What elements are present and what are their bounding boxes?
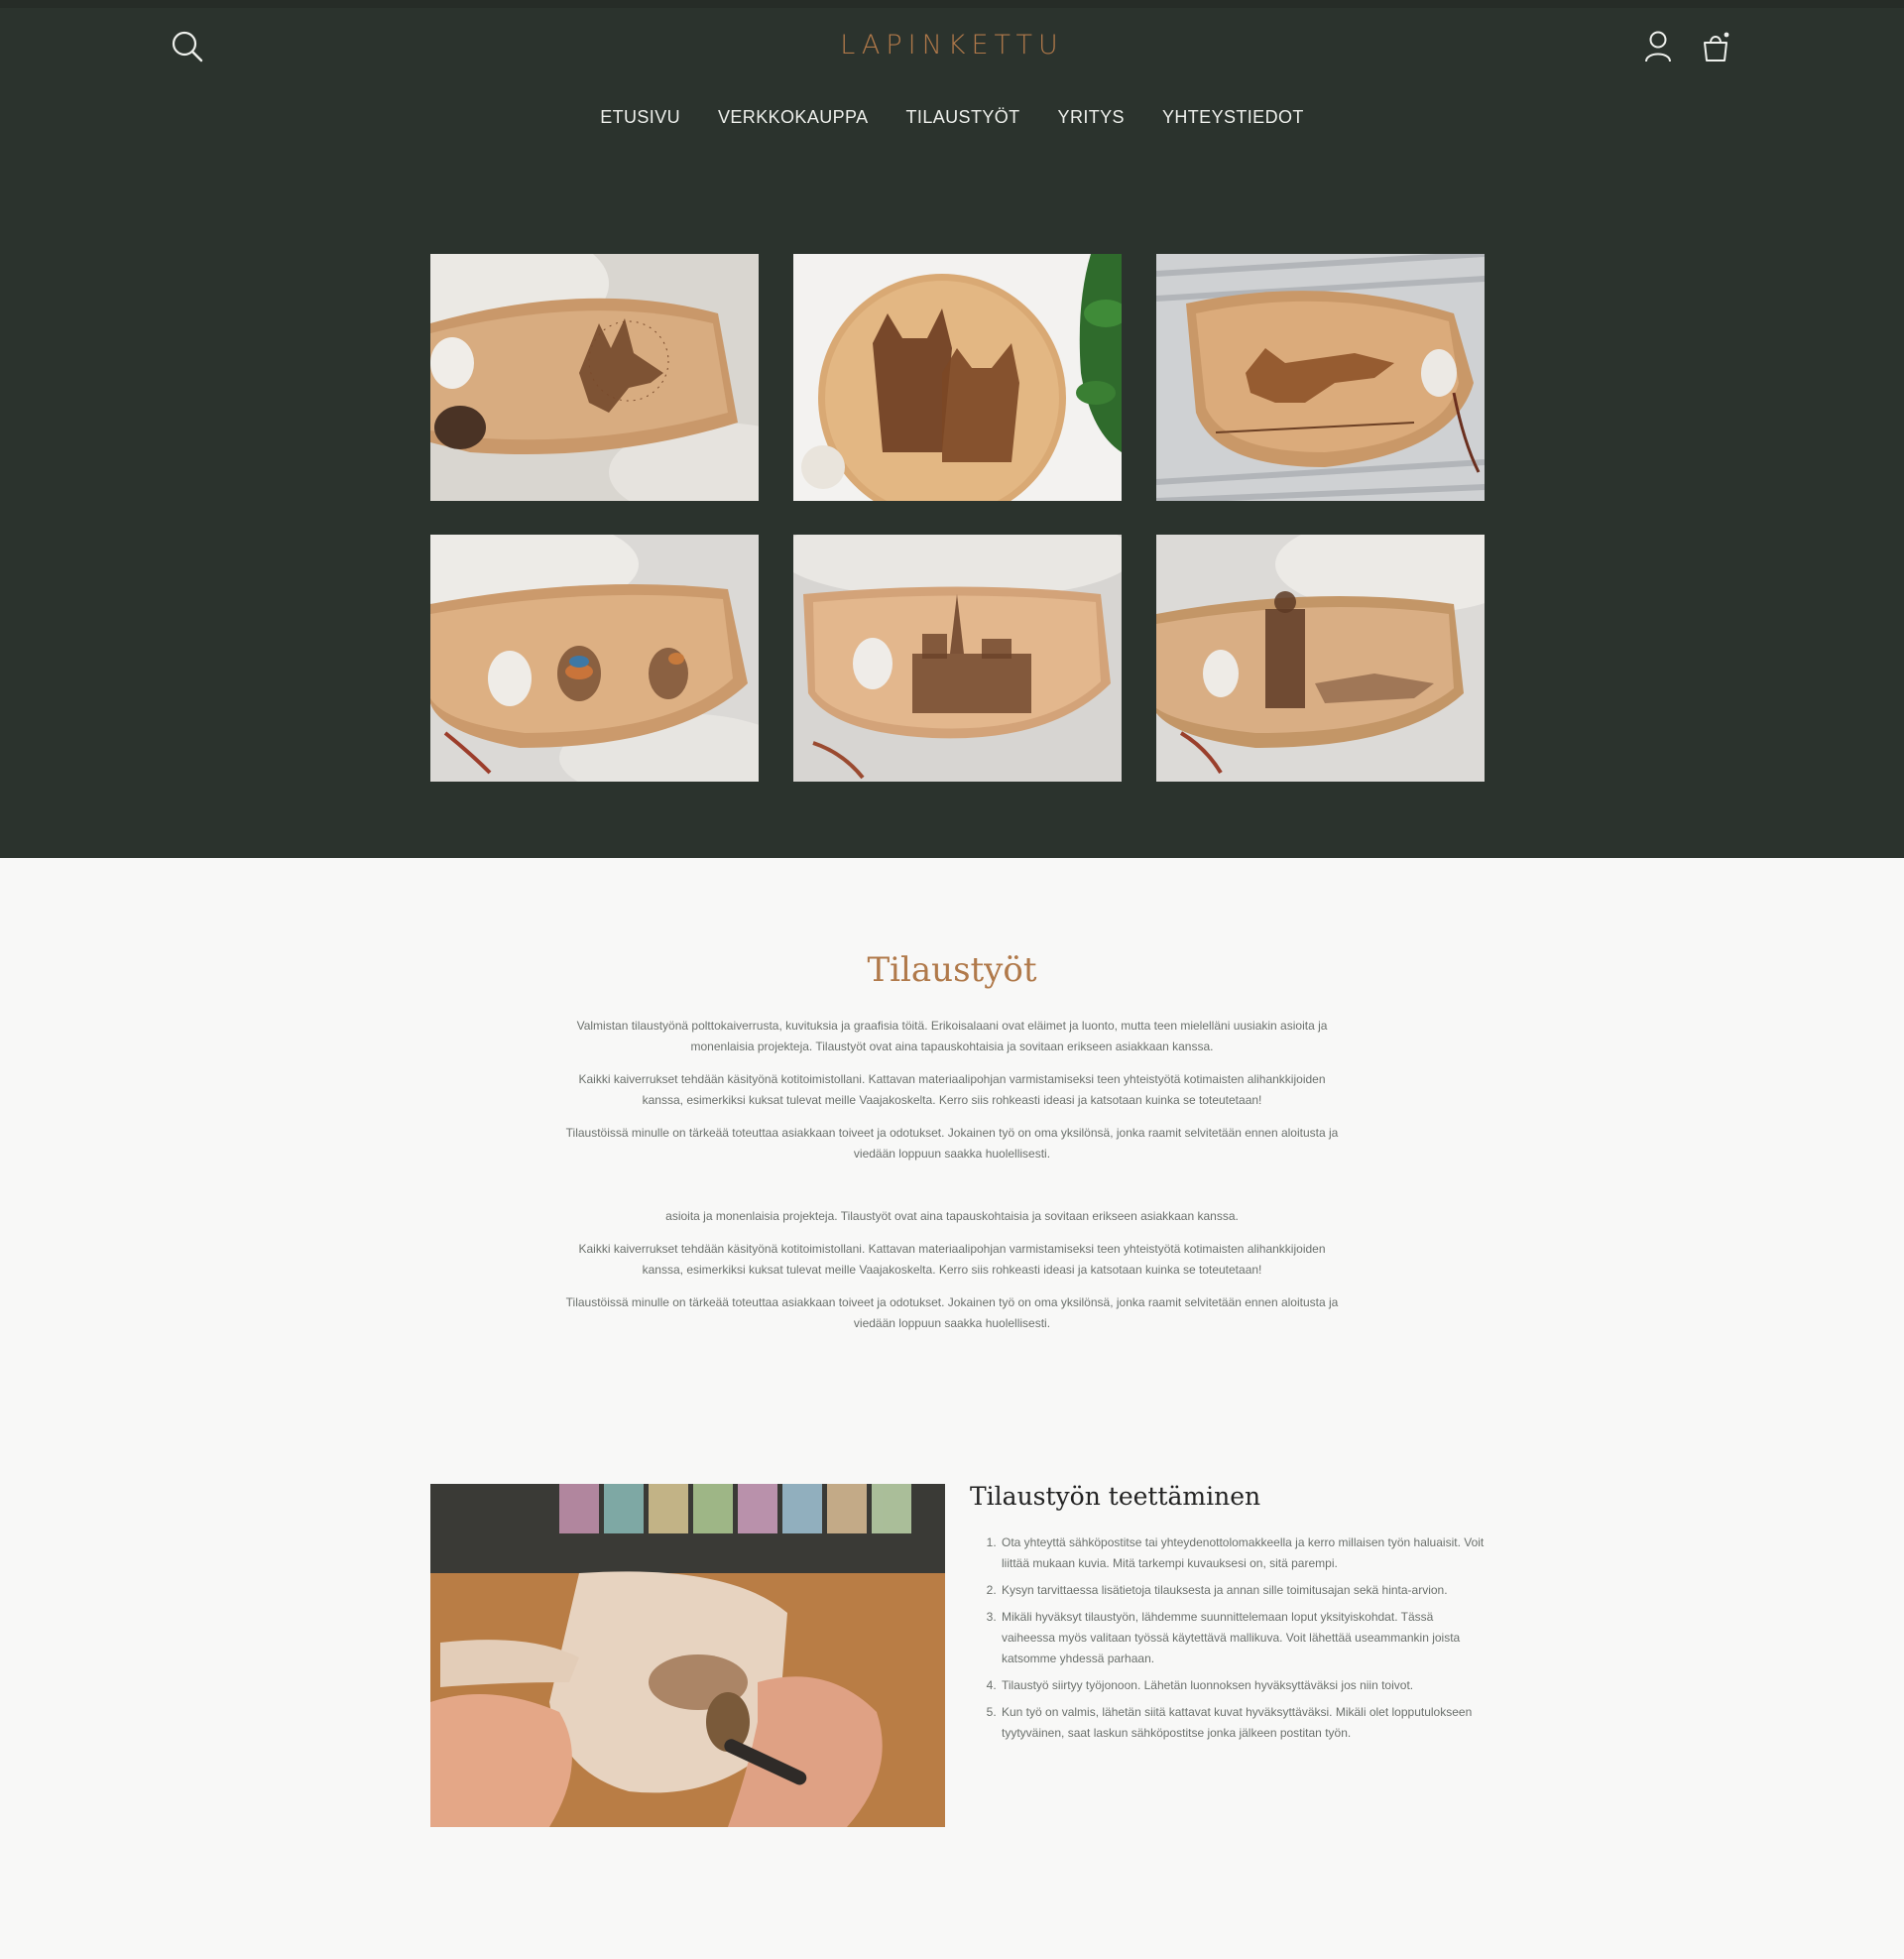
nav-item-etusivu[interactable]: ETUSIVU <box>600 101 680 134</box>
account-button[interactable] <box>1636 25 1680 68</box>
page-title: Tilaustyöt <box>867 950 1037 990</box>
site-header: LAPINKETTU ETUSIVU VERKKOKAUPPA TILAUSTY… <box>0 8 1904 858</box>
gallery-image-birds-kuksa[interactable] <box>430 535 759 782</box>
main-nav: ETUSIVU VERKKOKAUPPA TILAUSTYÖT YRITYS Y… <box>0 101 1904 134</box>
intro-paragraph-4: asioita ja monenlaisia projekteja. Tilau… <box>665 1209 1239 1223</box>
process-section: Tilaustyön teettäminen Ota yhteyttä sähk… <box>970 1482 1486 1750</box>
intro-paragraph-2: Kaikki kaiverrukset tehdään käsityönä ko… <box>578 1072 1326 1107</box>
process-step-1: Ota yhteyttä sähköpostitse tai yhteydeno… <box>1000 1532 1486 1574</box>
gallery-image-fox-kuksa[interactable] <box>1156 254 1485 501</box>
process-title: Tilaustyön teettäminen <box>970 1482 1261 1511</box>
nav-item-yritys[interactable]: YRITYS <box>1058 101 1125 134</box>
site-logo[interactable]: LAPINKETTU <box>754 30 1150 61</box>
intro-section: Tilaustyöt Valmistan tilaustyönä polttok… <box>555 950 1349 1346</box>
user-icon <box>1645 31 1671 62</box>
nav-item-tilaustyot[interactable]: TILAUSTYÖT <box>906 101 1020 134</box>
process-step-4: Tilaustyö siirtyy työjonoon. Lähetän luo… <box>1000 1675 1486 1696</box>
shopping-bag-icon <box>1704 32 1729 61</box>
nav-item-yhteystiedot[interactable]: YHTEYSTIEDOT <box>1162 101 1304 134</box>
process-step-3: Mikäli hyväksyt tilaustyön, lähdemme suu… <box>1000 1607 1486 1669</box>
gallery-image-round-board[interactable] <box>793 254 1122 501</box>
intro-paragraph-1: Valmistan tilaustyönä polttokaiverrusta,… <box>576 1019 1328 1053</box>
gallery-grid <box>430 254 1485 782</box>
search-icon <box>172 31 203 62</box>
gallery-image-hunter-kuksa[interactable] <box>1156 535 1485 782</box>
cart-button[interactable] <box>1694 25 1737 68</box>
gallery-image-dog-kuksa[interactable] <box>430 254 759 501</box>
process-step-5: Kun työ on valmis, lähetän siitä kattava… <box>1000 1702 1486 1744</box>
process-steps: Ota yhteyttä sähköpostitse tai yhteydeno… <box>970 1532 1486 1744</box>
intro-paragraph-6: Tilaustöissä minulle on tärkeää toteutta… <box>565 1295 1339 1330</box>
process-step-2: Kysyn tarvittaessa lisätietoja tilaukses… <box>1000 1580 1486 1601</box>
engraving-work-photo <box>430 1484 945 1827</box>
intro-paragraph-3: Tilaustöissä minulle on tärkeää toteutta… <box>565 1126 1339 1161</box>
gallery-image-cathedral-kuksa[interactable] <box>793 535 1122 782</box>
nav-item-verkkokauppa[interactable]: VERKKOKAUPPA <box>718 101 869 134</box>
top-strip <box>0 0 1904 8</box>
intro-paragraph-5: Kaikki kaiverrukset tehdään käsityönä ko… <box>578 1242 1326 1277</box>
search-button[interactable] <box>166 25 209 68</box>
